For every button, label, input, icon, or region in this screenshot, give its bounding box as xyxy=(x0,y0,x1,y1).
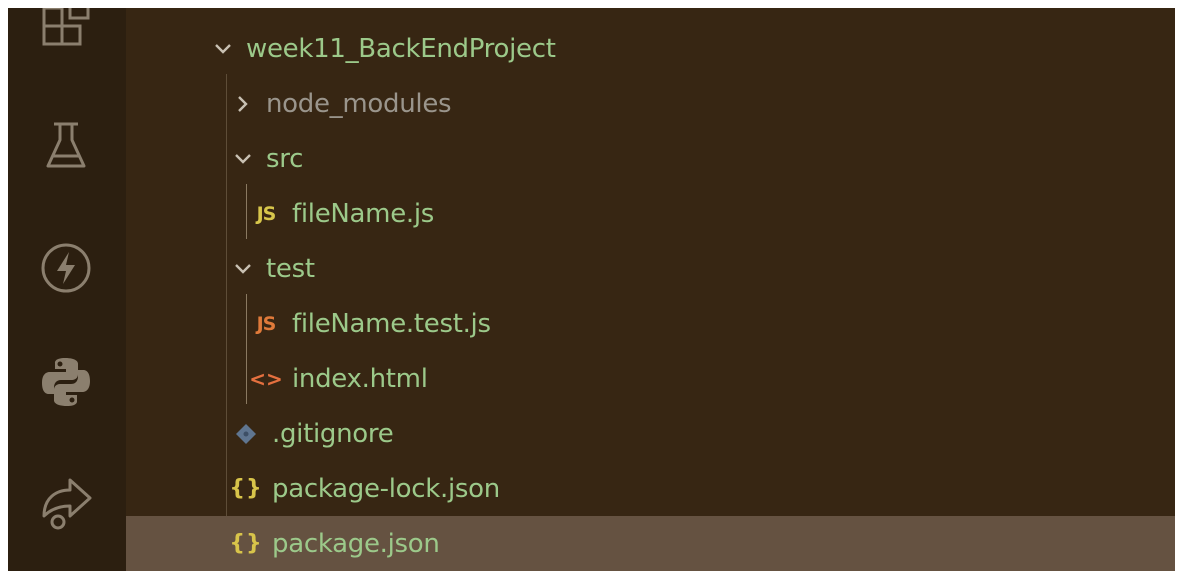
tree-item-label: test xyxy=(266,253,315,284)
tree-item-label: .gitignore xyxy=(272,418,394,449)
json-file-icon: {} xyxy=(229,531,263,556)
tree-folder-src[interactable]: src xyxy=(126,131,1175,186)
python-icon[interactable] xyxy=(34,350,98,414)
tree-item-label: fileName.js xyxy=(292,198,435,229)
tree-folder-root[interactable]: week11_BackEndProject xyxy=(126,21,1175,76)
testing-flask-icon[interactable] xyxy=(34,114,98,178)
extensions-icon[interactable] xyxy=(34,8,98,58)
tree-file-gitignore[interactable]: .gitignore xyxy=(126,406,1175,461)
tree-file-filename-test-js[interactable]: JS fileName.test.js xyxy=(126,296,1175,351)
html-file-icon: <> xyxy=(249,366,283,391)
javascript-file-icon: JS xyxy=(256,202,277,225)
tree-item-label: package-lock.json xyxy=(272,473,500,504)
javascript-test-file-icon: JS xyxy=(256,312,277,335)
json-file-icon: {} xyxy=(229,476,263,501)
tree-file-package-lock-json[interactable]: {} package-lock.json xyxy=(126,461,1175,516)
tree-item-label: src xyxy=(266,143,304,174)
git-file-icon xyxy=(232,423,260,445)
tree-file-filename-js[interactable]: JS fileName.js xyxy=(126,186,1175,241)
tree-item-label: node_modules xyxy=(266,88,452,119)
chevron-down-icon xyxy=(232,258,254,280)
file-explorer: week11_BackEndProject node_modules src J… xyxy=(126,8,1175,571)
tree-item-label: week11_BackEndProject xyxy=(246,33,556,64)
tree-item-label: package.json xyxy=(272,528,440,559)
chevron-down-icon xyxy=(212,38,234,60)
activity-bar xyxy=(8,8,126,571)
tree-folder-node-modules[interactable]: node_modules xyxy=(126,76,1175,131)
remote-share-icon[interactable] xyxy=(34,470,98,534)
lightning-icon[interactable] xyxy=(34,236,98,300)
tree-file-package-json[interactable]: {} package.json xyxy=(126,516,1175,571)
tree-file-index-html[interactable]: <> index.html xyxy=(126,351,1175,406)
chevron-right-icon xyxy=(232,93,254,115)
tree-folder-test[interactable]: test xyxy=(126,241,1175,296)
vscode-window: week11_BackEndProject node_modules src J… xyxy=(8,8,1175,571)
tree-item-label: index.html xyxy=(292,363,428,394)
chevron-down-icon xyxy=(232,148,254,170)
tree-item-label: fileName.test.js xyxy=(292,308,491,339)
